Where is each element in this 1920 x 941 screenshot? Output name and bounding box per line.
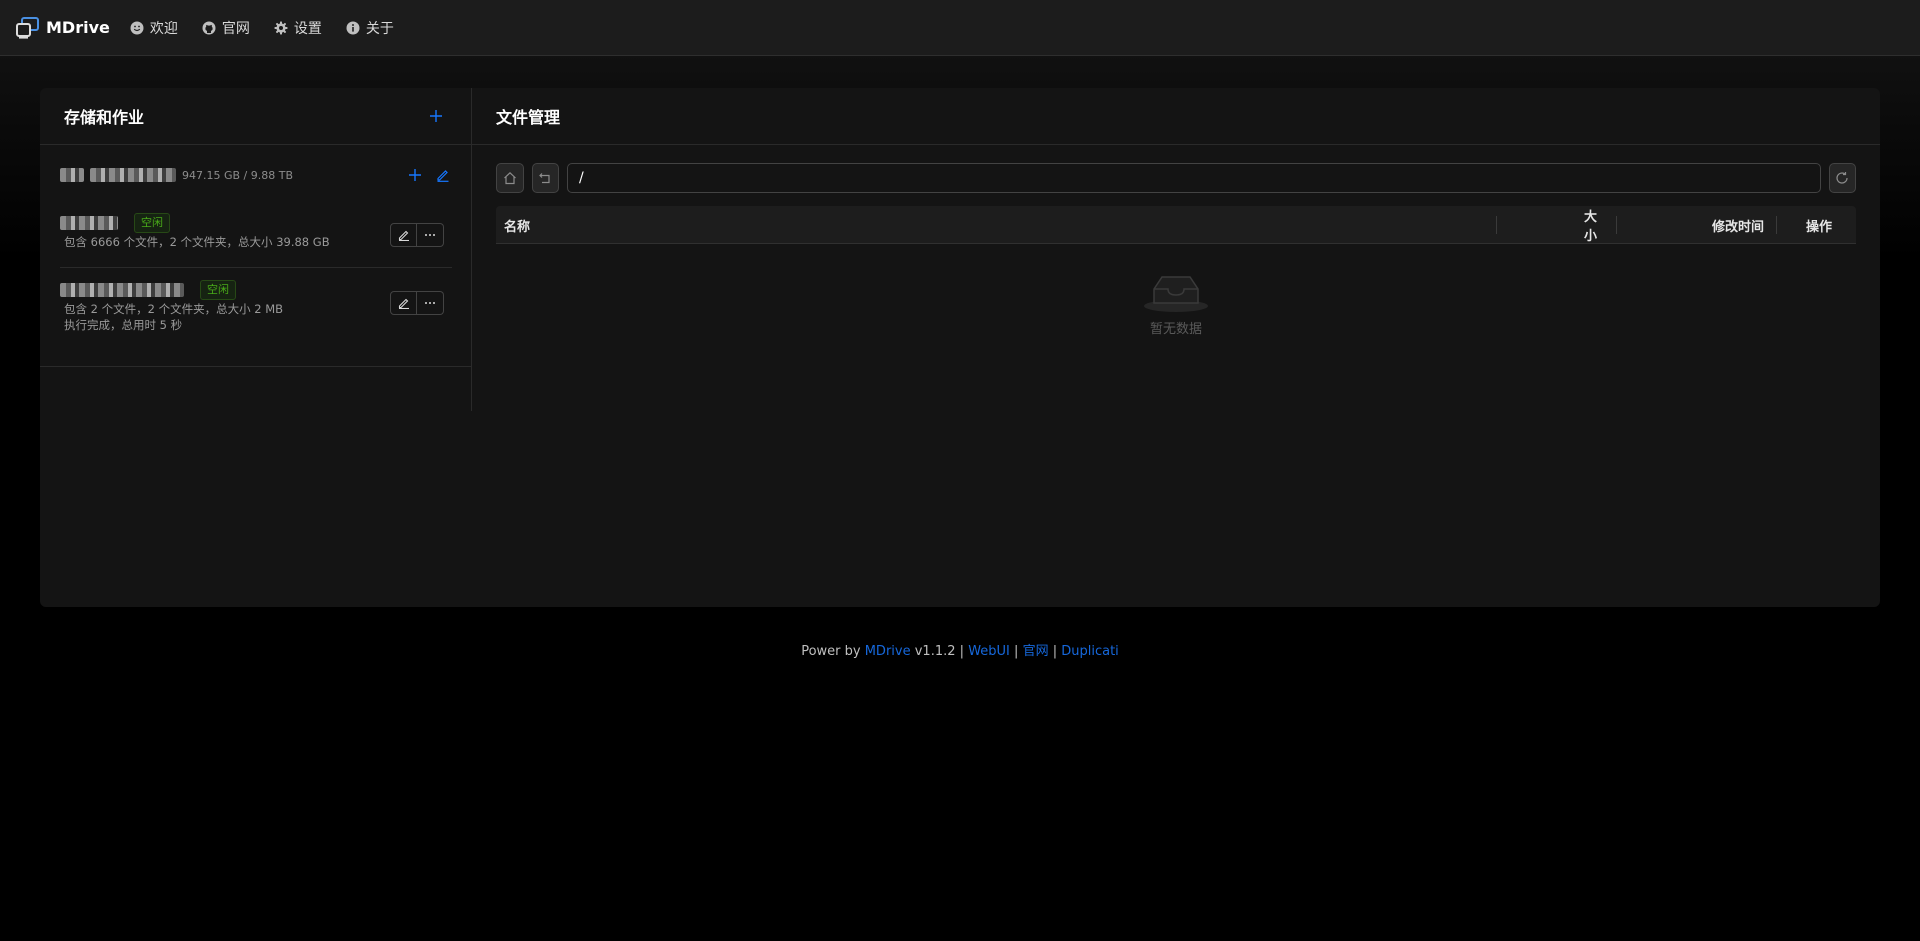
nav-label-website: 官网: [221, 20, 250, 37]
edit-icon: [398, 230, 409, 241]
footer-duplicati-link[interactable]: Duplicati: [1061, 644, 1119, 659]
status-badge: 空闲: [134, 213, 170, 233]
footer: Power by MDrive v1.1.2 | WebUI | 官网 | Du…: [0, 640, 1920, 659]
nav-label-about: 关于: [365, 20, 394, 37]
job-item[interactable]: 空闲 包含 6666 个文件，2 个文件夹，总大小 39.88 GB: [60, 212, 452, 268]
nav-item-welcome[interactable]: 欢迎: [124, 0, 196, 56]
footer-mdrive-link[interactable]: MDrive: [865, 644, 911, 659]
edit-storage-icon[interactable]: [436, 168, 450, 182]
file-toolbar: [496, 162, 1857, 194]
storage-panel-title: 存储和作业: [64, 108, 145, 127]
back-button[interactable]: [531, 163, 559, 193]
nav-item-website[interactable]: 官网: [196, 0, 268, 56]
nav-item-about[interactable]: 关于: [340, 0, 412, 56]
info-icon: [346, 21, 360, 35]
brand[interactable]: MDrive: [16, 16, 110, 39]
storage-usage: 947.15 GB / 9.88 TB: [182, 168, 294, 182]
column-size[interactable]: 大小: [1584, 206, 1606, 244]
footer-separator: |: [1014, 644, 1019, 659]
job-name-redacted: [60, 283, 184, 297]
file-table-header: 名称 大小 修改时间 操作: [496, 206, 1856, 244]
file-manager-header: 文件管理: [472, 88, 1880, 145]
edit-job-button[interactable]: [390, 291, 417, 315]
column-name[interactable]: 名称: [504, 206, 530, 244]
job-run-info: 执行完成，总用时 5 秒: [64, 318, 183, 332]
column-action: 操作: [1806, 219, 1833, 235]
refresh-button[interactable]: [1828, 163, 1857, 193]
nav-label-settings: 设置: [293, 20, 322, 37]
footer-webui-link[interactable]: WebUI: [968, 644, 1010, 659]
main-card: 存储和作业 947.15 GB / 9.88 TB 空闲 包含 6666 个文件…: [40, 88, 1880, 607]
footer-prefix: Power by: [801, 644, 861, 659]
storage-path-redacted: [90, 168, 176, 182]
more-button[interactable]: [417, 291, 444, 315]
ellipsis-icon: [425, 234, 435, 236]
empty-state: 暂无数据: [496, 244, 1856, 364]
job-item[interactable]: 空闲 包含 2 个文件，2 个文件夹，总大小 2 MB 执行完成，总用时 5 秒: [60, 279, 452, 359]
home-button[interactable]: [496, 163, 524, 193]
storage-jobs-panel: 存储和作业 947.15 GB / 9.88 TB 空闲 包含 6666 个文件…: [40, 88, 472, 411]
top-navbar: MDrive 欢迎 官网 设置 关于: [0, 0, 1920, 56]
column-modified[interactable]: 修改时间: [1712, 206, 1764, 244]
rollback-icon: [539, 173, 550, 184]
file-manager-panel: 文件管理 名称 大小 修改时间 操作: [472, 88, 1880, 607]
file-manager-title: 文件管理: [496, 108, 561, 127]
divider: [40, 366, 471, 367]
status-badge: 空闲: [200, 280, 236, 300]
nav-label-welcome: 欢迎: [149, 20, 178, 37]
path-input[interactable]: [567, 163, 1821, 193]
edit-icon: [398, 298, 409, 309]
smile-icon: [130, 21, 144, 35]
footer-site-link[interactable]: 官网: [1023, 644, 1049, 659]
job-name-redacted: [60, 216, 118, 230]
storage-item[interactable]: 947.15 GB / 9.88 TB: [60, 160, 450, 190]
add-job-icon[interactable]: [408, 168, 422, 182]
brand-name: MDrive: [46, 18, 110, 37]
more-button[interactable]: [417, 223, 444, 247]
reload-icon: [1836, 172, 1848, 184]
mdrive-logo-icon: [16, 16, 39, 39]
storage-name-redacted: [60, 168, 84, 182]
empty-text: 暂无数据: [1149, 322, 1202, 337]
gear-icon: [274, 21, 288, 35]
footer-separator: |: [959, 644, 965, 659]
nav-item-settings[interactable]: 设置: [268, 0, 340, 56]
footer-separator: |: [1052, 644, 1058, 659]
storage-panel-header: 存储和作业: [40, 88, 471, 145]
ellipsis-icon: [425, 302, 435, 304]
add-storage-icon[interactable]: [429, 106, 443, 126]
home-icon: [503, 171, 516, 185]
empty-inbox-icon: [1144, 276, 1208, 312]
github-icon: [202, 21, 216, 35]
edit-job-button[interactable]: [390, 223, 417, 247]
footer-version: v1.1.2: [914, 644, 956, 659]
